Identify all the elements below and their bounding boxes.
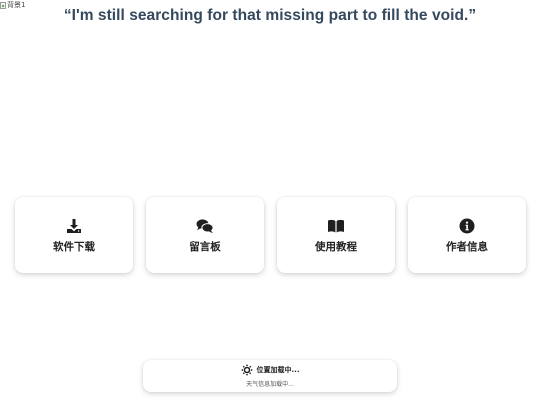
weather-location: 位置加载中...	[256, 366, 300, 374]
weather-status: 天气信息加载中...	[246, 381, 294, 388]
tutorial-card-label: 使用教程	[315, 240, 357, 253]
tutorial-card[interactable]: 使用教程	[277, 197, 395, 273]
download-icon	[65, 217, 83, 235]
comments-icon	[196, 217, 214, 235]
message-board-card[interactable]: 留言板	[146, 197, 264, 273]
author-info-card[interactable]: 作者信息	[408, 197, 526, 273]
book-icon	[327, 217, 345, 235]
author-info-card-label: 作者信息	[446, 240, 488, 253]
quote-text: “I'm still searching for that missing pa…	[63, 7, 477, 24]
download-card-label: 软件下载	[53, 240, 95, 253]
message-board-card-label: 留言板	[189, 240, 221, 253]
weather-widget: 位置加载中... 天气信息加载中...	[143, 360, 397, 392]
page: 背景1 “I'm still searching for that missin…	[0, 0, 540, 405]
download-card[interactable]: 软件下载	[15, 197, 133, 273]
sun-icon	[240, 364, 253, 376]
info-circle-icon	[458, 217, 476, 235]
nav-cards: 软件下载 留言板 使用教程 作者信息	[15, 197, 526, 273]
